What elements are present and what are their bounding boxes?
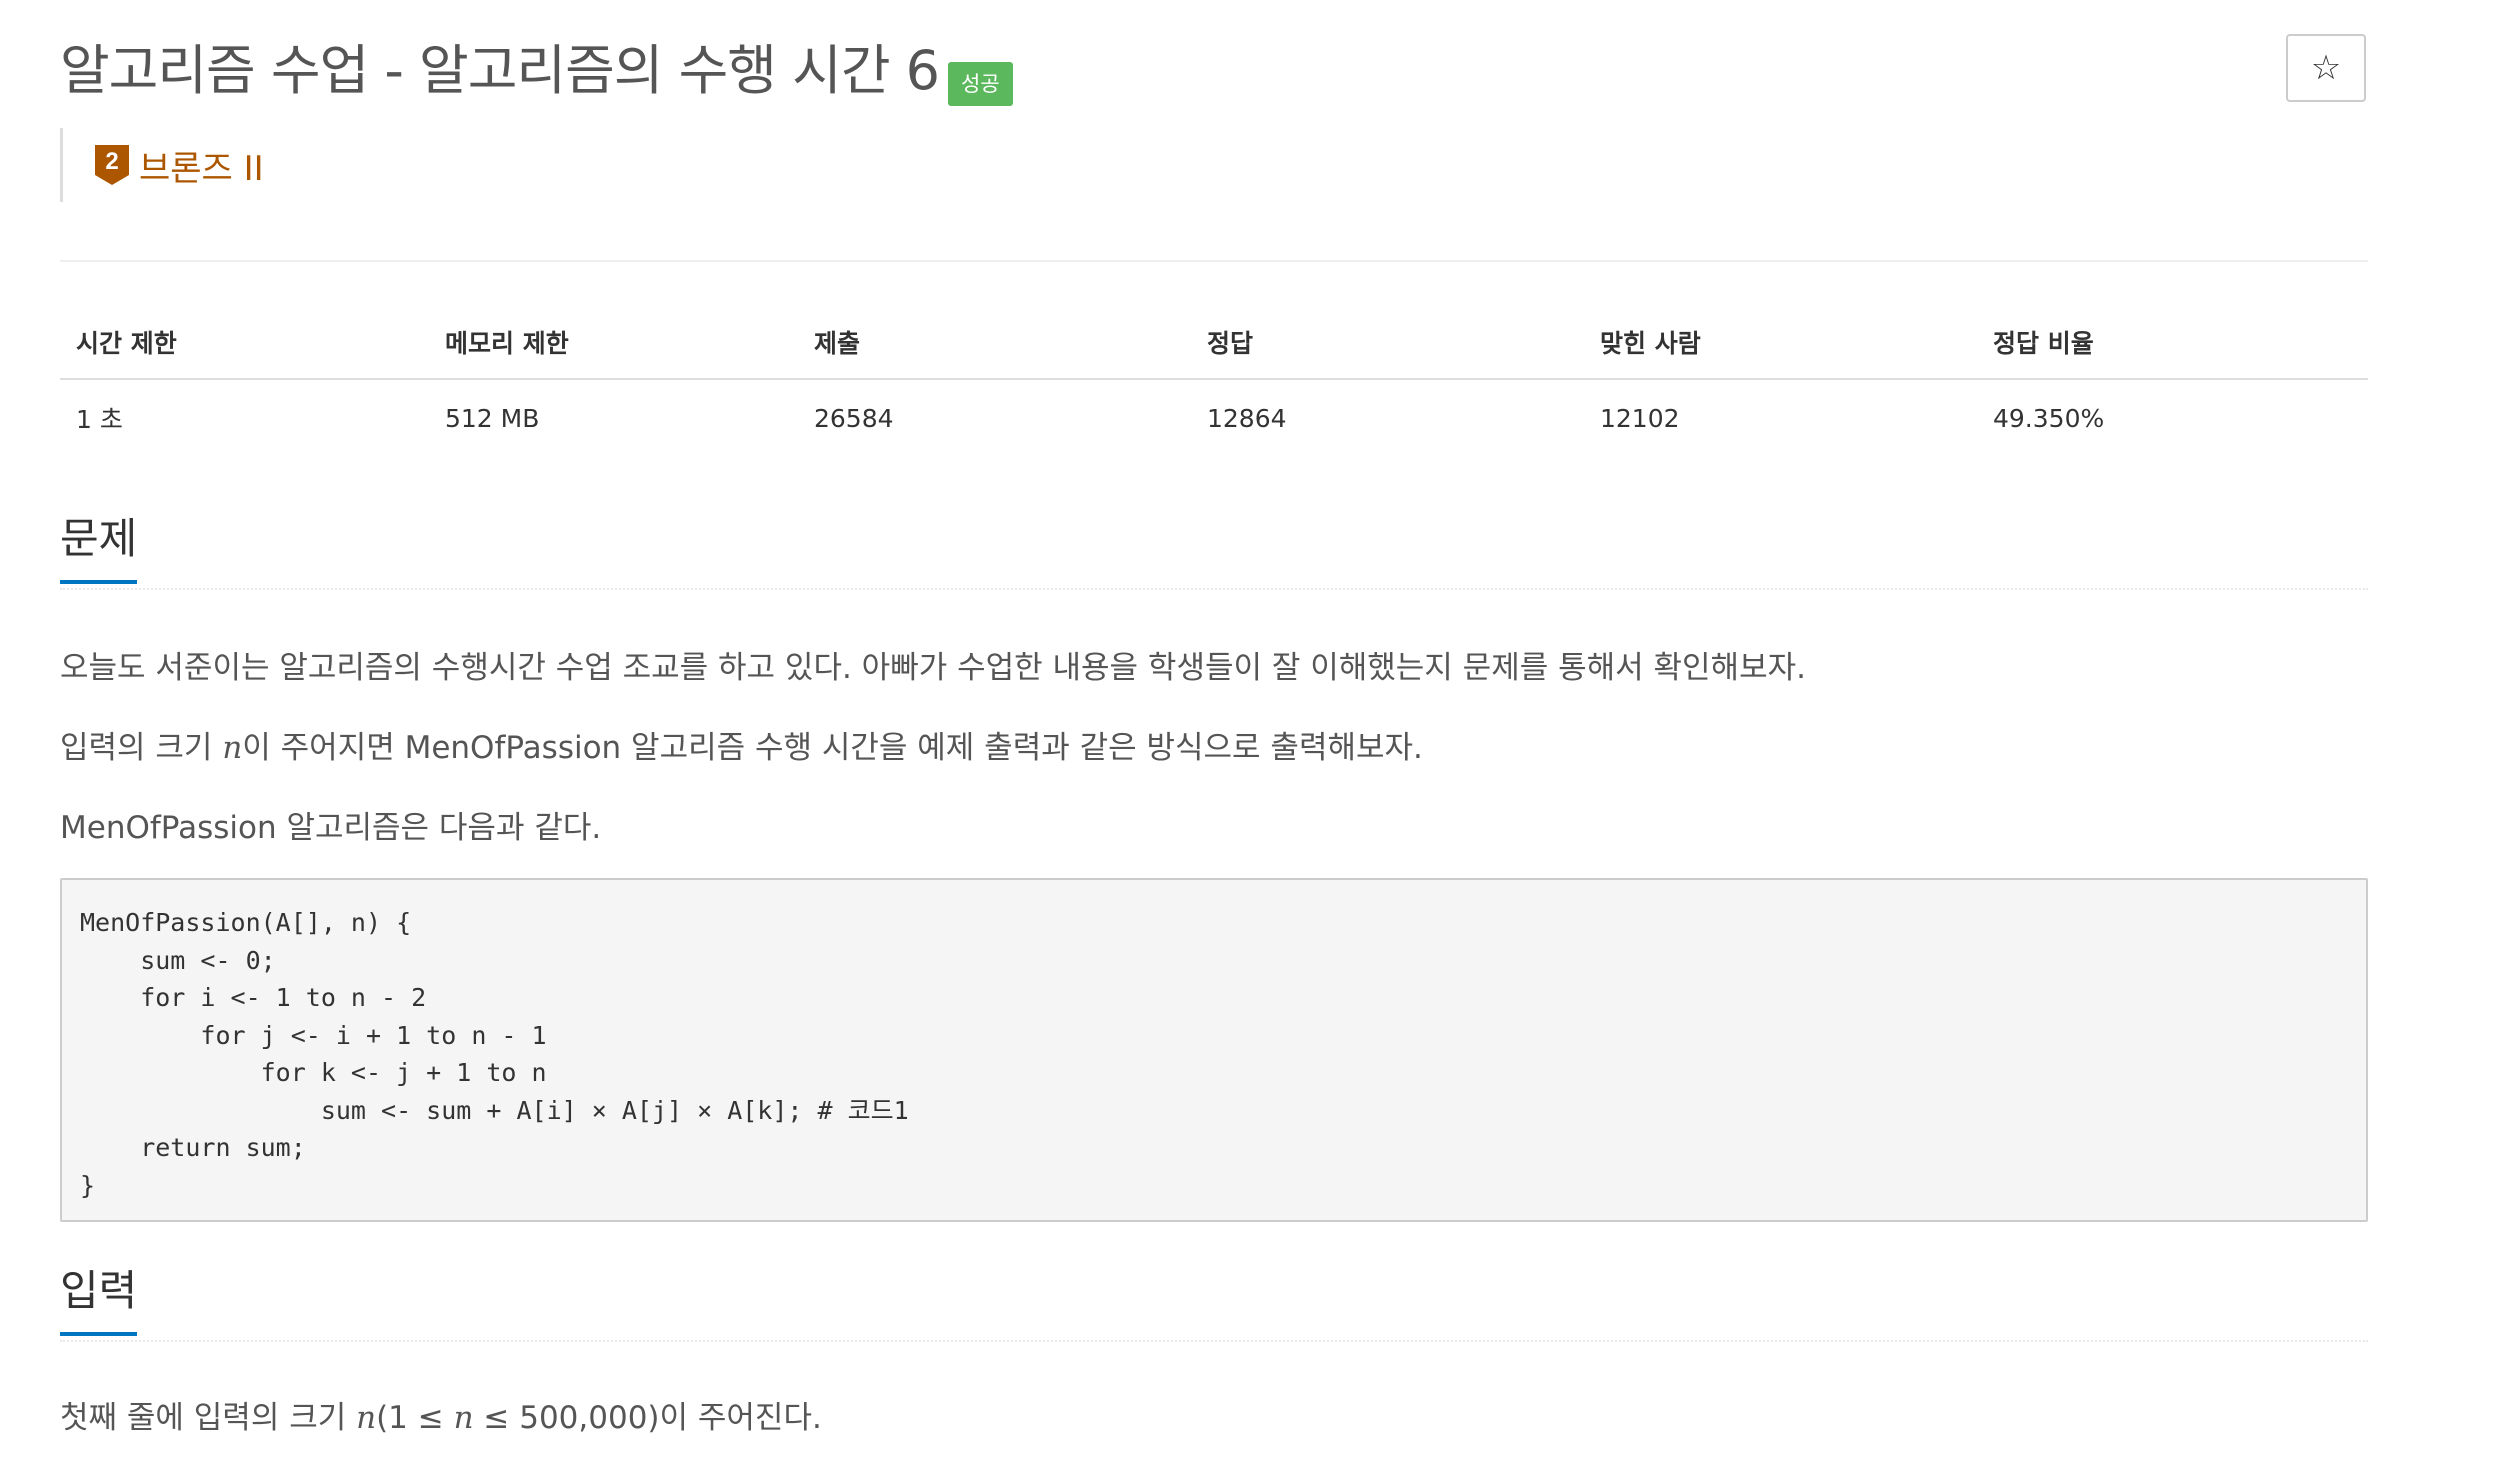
info-header-row: 시간 제한 메모리 제한 제출 정답 맞힌 사람 정답 비율 bbox=[60, 308, 2368, 380]
divider bbox=[60, 260, 2368, 262]
header-solved-users: 맞힌 사람 bbox=[1584, 308, 1977, 380]
accept-ratio-value: 49.350% bbox=[1993, 403, 2105, 433]
problem-section-header: 문제 bbox=[60, 508, 2368, 590]
page-title: 알고리즘 수업 - 알고리즘의 수행 시간 6 bbox=[60, 39, 940, 102]
problem-heading: 문제 bbox=[60, 508, 138, 584]
solved-users-value: 12102 bbox=[1600, 403, 1680, 433]
section-divider bbox=[60, 1340, 2368, 1342]
problem-paragraph-2: 입력의 크기 n이 주어지면 MenOfPassion 알고리즘 수행 시간을 … bbox=[60, 722, 1423, 767]
favorite-star-button[interactable]: ☆ bbox=[2286, 34, 2366, 102]
status-badge: 성공 bbox=[948, 62, 1013, 106]
star-icon: ☆ bbox=[2310, 48, 2342, 88]
header-submissions: 제출 bbox=[798, 308, 1191, 380]
title-row: 알고리즘 수업 - 알고리즘의 수행 시간 6 성공 ☆ bbox=[60, 34, 2368, 106]
math-variable: n bbox=[222, 730, 243, 766]
code-line: sum <- sum + A[i] × A[j] × A[k]; # 코드1 bbox=[80, 1095, 909, 1125]
math-variable: n bbox=[453, 1400, 474, 1436]
time-limit-value: 1 초 bbox=[76, 405, 123, 434]
text-segment: 첫째 줄에 입력의 크기 bbox=[60, 1400, 357, 1436]
header-accepted: 정답 bbox=[1191, 308, 1584, 380]
input-heading: 입력 bbox=[60, 1260, 138, 1336]
tier-block: 2 브론즈 II bbox=[60, 128, 264, 202]
text-segment: ≤ 500,000)이 주어진다. bbox=[473, 1400, 822, 1436]
header-accept-ratio: 정답 비율 bbox=[1977, 308, 2368, 380]
code-line: } bbox=[80, 1170, 96, 1200]
code-line: sum <- 0; bbox=[80, 945, 276, 975]
tier-number: 2 bbox=[105, 148, 118, 175]
bronze-tier-icon: 2 bbox=[95, 145, 129, 185]
text-segment: (1 ≤ bbox=[376, 1400, 454, 1436]
code-line: for i <- 1 to n - 2 bbox=[80, 983, 427, 1012]
tier-label[interactable]: 브론즈 II bbox=[139, 141, 264, 190]
problem-paragraph-3: MenOfPassion 알고리즘은 다음과 같다. bbox=[60, 810, 602, 846]
code-line: for j <- i + 1 to n - 1 bbox=[80, 1020, 547, 1050]
header-memory-limit: 메모리 제한 bbox=[429, 308, 798, 380]
accepted-value: 12864 bbox=[1207, 403, 1287, 433]
text-segment: 이 주어지면 MenOfPassion 알고리즘 수행 시간을 예제 출력과 같… bbox=[242, 730, 1423, 766]
code-line: return sum; bbox=[80, 1133, 306, 1162]
code-line: for k <- j + 1 to n bbox=[80, 1058, 547, 1087]
header-time-limit: 시간 제한 bbox=[60, 308, 429, 380]
problem-info-table: 시간 제한 메모리 제한 제출 정답 맞힌 사람 정답 비율 1 초 512 M… bbox=[60, 308, 2368, 456]
section-divider bbox=[60, 588, 2368, 590]
submissions-value: 26584 bbox=[814, 403, 894, 433]
input-description: 첫째 줄에 입력의 크기 n(1 ≤ n ≤ 500,000)이 주어진다. bbox=[60, 1392, 822, 1437]
info-value-row: 1 초 512 MB 26584 12864 12102 49.350% bbox=[60, 379, 2368, 456]
code-line: MenOfPassion(A[], n) { bbox=[80, 908, 412, 937]
text-segment: 입력의 크기 bbox=[60, 730, 223, 766]
memory-limit-value: 512 MB bbox=[445, 403, 540, 433]
math-variable: n bbox=[356, 1400, 377, 1436]
pseudocode-block: MenOfPassion(A[], n) { sum <- 0; for i <… bbox=[60, 878, 2368, 1222]
problem-paragraph-1: 오늘도 서준이는 알고리즘의 수행시간 수업 조교를 하고 있다. 아빠가 수업… bbox=[60, 650, 1806, 686]
input-section-header: 입력 bbox=[60, 1260, 2368, 1342]
